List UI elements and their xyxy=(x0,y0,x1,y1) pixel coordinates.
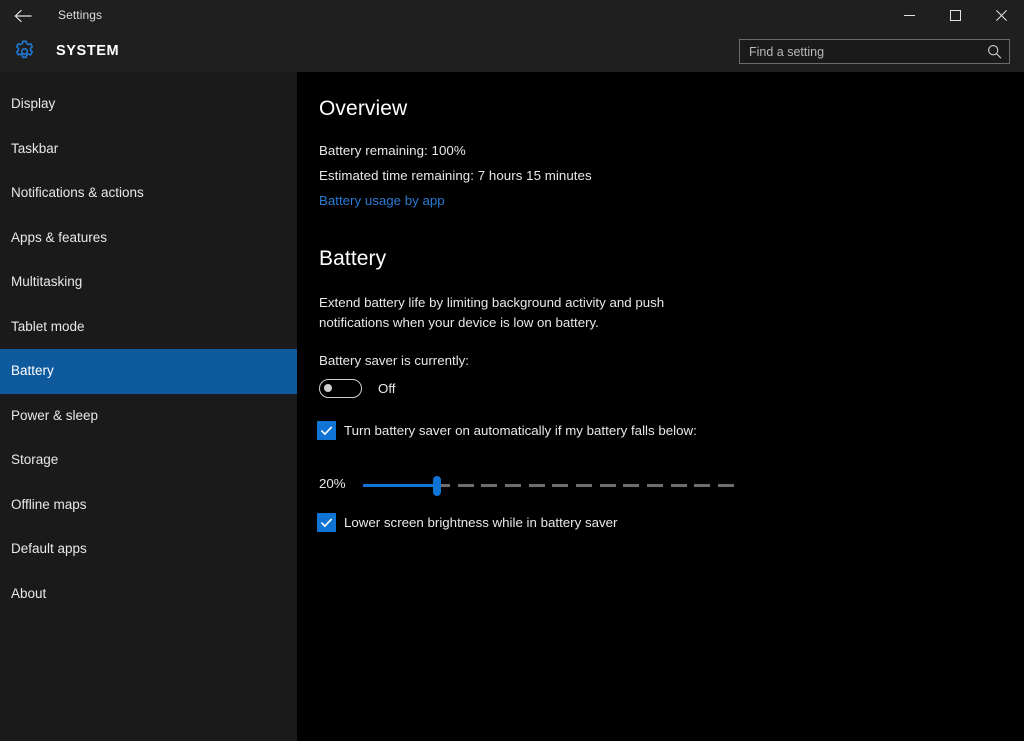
slider-tick xyxy=(505,484,521,487)
sidebar-item-notifications-actions[interactable]: Notifications & actions xyxy=(0,171,297,216)
back-arrow-icon xyxy=(14,9,33,23)
auto-battery-saver-checkbox-row[interactable]: Turn battery saver on automatically if m… xyxy=(317,421,697,440)
checkmark-icon xyxy=(318,514,335,531)
estimated-time-text: Estimated time remaining: 7 hours 15 min… xyxy=(319,168,592,183)
window-title: Settings xyxy=(58,0,102,31)
battery-saver-toggle[interactable] xyxy=(319,379,362,398)
sidebar-nav-list: Display Taskbar Notifications & actions … xyxy=(0,82,297,616)
sidebar-item-tablet-mode[interactable]: Tablet mode xyxy=(0,305,297,350)
sidebar-item-apps-features[interactable]: Apps & features xyxy=(0,216,297,261)
auto-battery-saver-checkbox[interactable] xyxy=(317,421,336,440)
slider-tick xyxy=(529,484,545,487)
lower-brightness-checkbox-row[interactable]: Lower screen brightness while in battery… xyxy=(317,513,617,532)
slider-tick xyxy=(647,484,663,487)
main-content: Overview Battery remaining: 100% Estimat… xyxy=(297,72,1024,741)
toggle-knob xyxy=(324,384,332,392)
search-icon[interactable] xyxy=(986,43,1003,60)
sidebar-item-multitasking[interactable]: Multitasking xyxy=(0,260,297,305)
slider-tick xyxy=(481,484,497,487)
search-box[interactable] xyxy=(739,39,1010,64)
slider-tick xyxy=(671,484,687,487)
slider-filled-track xyxy=(363,484,437,487)
sidebar-item-taskbar[interactable]: Taskbar xyxy=(0,127,297,172)
gear-icon xyxy=(10,37,38,65)
back-button[interactable] xyxy=(0,0,46,31)
slider-thumb[interactable] xyxy=(433,476,441,496)
slider-tick xyxy=(718,484,734,487)
sidebar-item-storage[interactable]: Storage xyxy=(0,438,297,483)
settings-window: Settings xyxy=(0,0,1024,741)
header-band: SYSTEM xyxy=(0,31,1024,72)
sidebar-item-default-apps[interactable]: Default apps xyxy=(0,527,297,572)
sidebar-item-offline-maps[interactable]: Offline maps xyxy=(0,483,297,528)
window-controls xyxy=(886,0,1024,31)
sidebar: Display Taskbar Notifications & actions … xyxy=(0,72,297,741)
sidebar-item-display[interactable]: Display xyxy=(0,82,297,127)
search-input[interactable] xyxy=(740,40,980,63)
threshold-value-label: 20% xyxy=(319,476,346,491)
slider-tick xyxy=(458,484,474,487)
gear-icon-glyph xyxy=(12,39,37,64)
title-bar: Settings xyxy=(0,0,1024,31)
slider-tick xyxy=(694,484,710,487)
slider-tick xyxy=(552,484,568,487)
close-icon xyxy=(996,10,1007,21)
category-title: SYSTEM xyxy=(56,31,119,72)
lower-brightness-label: Lower screen brightness while in battery… xyxy=(344,515,617,530)
sidebar-item-about[interactable]: About xyxy=(0,572,297,617)
battery-description: Extend battery life by limiting backgrou… xyxy=(319,293,709,332)
checkmark-icon xyxy=(318,422,335,439)
slider-tick xyxy=(623,484,639,487)
minimize-button[interactable] xyxy=(886,0,932,31)
maximize-button[interactable] xyxy=(932,0,978,31)
battery-saver-state-label: Off xyxy=(378,381,396,396)
battery-saver-toggle-row: Off xyxy=(319,379,396,398)
minimize-icon xyxy=(904,10,915,21)
battery-usage-by-app-link[interactable]: Battery usage by app xyxy=(319,193,445,208)
battery-heading: Battery xyxy=(319,247,386,271)
maximize-icon xyxy=(950,10,961,21)
battery-threshold-slider-row: 20% xyxy=(319,472,759,500)
auto-battery-saver-label: Turn battery saver on automatically if m… xyxy=(344,423,697,438)
slider-tick xyxy=(576,484,592,487)
sidebar-item-power-sleep[interactable]: Power & sleep xyxy=(0,394,297,439)
overview-heading: Overview xyxy=(319,97,407,121)
sidebar-item-battery[interactable]: Battery xyxy=(0,349,297,394)
battery-remaining-text: Battery remaining: 100% xyxy=(319,143,466,158)
battery-threshold-slider[interactable] xyxy=(363,472,735,500)
lower-brightness-checkbox[interactable] xyxy=(317,513,336,532)
close-button[interactable] xyxy=(978,0,1024,31)
slider-tick xyxy=(600,484,616,487)
battery-saver-label: Battery saver is currently: xyxy=(319,353,469,368)
